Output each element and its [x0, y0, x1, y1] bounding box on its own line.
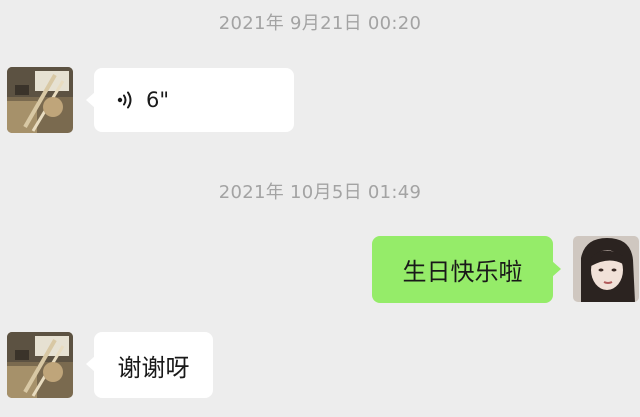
- message-text: 生日快乐啦: [402, 258, 523, 286]
- contact-avatar[interactable]: [7, 332, 73, 398]
- timestamp-divider: 2021年 10月5日 01:49: [218, 182, 422, 203]
- message-text: 谢谢呀: [117, 353, 190, 382]
- my-avatar[interactable]: [573, 236, 639, 302]
- voice-message-bubble[interactable]: 6": [86, 68, 294, 132]
- voice-duration: 6": [146, 88, 170, 112]
- received-message-bubble[interactable]: 谢谢呀: [86, 332, 213, 398]
- sent-message-bubble[interactable]: 生日快乐啦: [372, 236, 561, 303]
- contact-avatar[interactable]: [7, 67, 73, 133]
- timestamp-divider: 2021年 9月21日 00:20: [218, 13, 422, 34]
- voice-waves-icon: [114, 89, 136, 111]
